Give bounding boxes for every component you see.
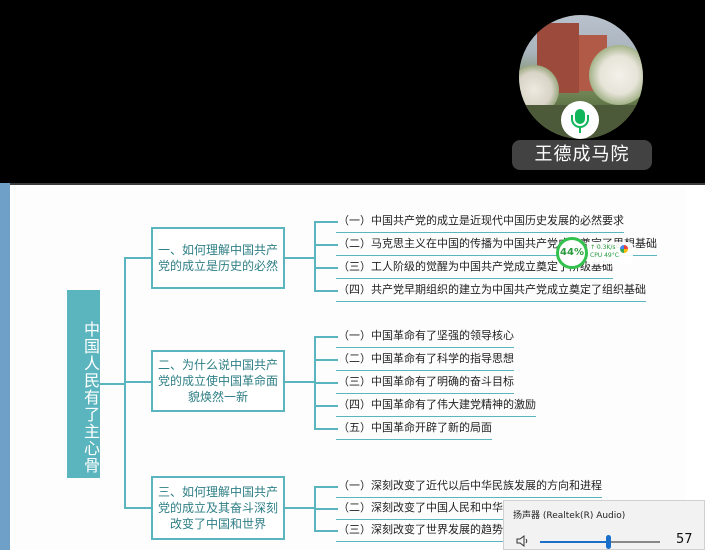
connector [285, 257, 314, 259]
mindmap-item: （四）共产党早期组织的建立为中国共产党成立奠定了组织基础 [336, 281, 646, 302]
mindmap-item: （一）中国革命有了坚强的领导核心 [336, 327, 514, 348]
connector [314, 221, 316, 292]
volume-slider-fill [540, 541, 609, 543]
connector [314, 428, 338, 430]
mindmap-item: （五）中国革命开辟了新的局面 [336, 419, 492, 440]
connector [314, 359, 338, 361]
connector [124, 507, 151, 509]
mindmap-branch-2: 二、为什么说中国共产党的成立使中国革命面貌焕然一新 [151, 350, 285, 412]
mindmap-branch-1: 一、如何理解中国共产党的成立是历史的必然 [151, 227, 285, 289]
mindmap-item: （一）中国共产党的成立是近现代中国历史发展的必然要求 [336, 212, 624, 233]
browser-logo-icon [620, 245, 628, 253]
connector [314, 508, 338, 510]
cpu-temp: CPU 49°C [590, 252, 619, 259]
performance-widget[interactable]: ↑ 0.3K/s CPU 49°C 44% [556, 237, 633, 269]
video-strip: 王德成马院 [0, 0, 705, 181]
mindmap-item: （三）中国革命有了明确的奋斗目标 [336, 373, 514, 394]
connector [124, 381, 151, 383]
mindmap-item: （一）深刻改变了近代以后中华民族发展的方向和进程 [336, 477, 602, 498]
mindmap-item: （二）中国革命有了科学的指导思想 [336, 350, 514, 371]
volume-slider-thumb[interactable] [606, 535, 612, 549]
connector [314, 405, 338, 407]
speaker-icon[interactable] [516, 535, 530, 547]
connector [314, 486, 338, 488]
perf-percent: 44% [556, 237, 588, 269]
slide-left-bar [0, 183, 10, 550]
mindmap-branch-3: 三、如何理解中国共产党的成立及其奋斗深刻改变了中国和世界 [151, 476, 285, 540]
mindmap-item: （三）深刻改变了世界发展的趋势 [336, 521, 503, 542]
connector [314, 221, 338, 223]
participant-name: 王德成马院 [512, 140, 652, 170]
connector [314, 336, 338, 338]
audio-device-name[interactable]: 扬声器 (Realtek(R) Audio) [513, 508, 625, 521]
microphone-icon[interactable] [561, 101, 599, 139]
connector [314, 382, 338, 384]
video-tree [589, 45, 643, 105]
volume-slider[interactable] [540, 535, 660, 549]
connector [285, 507, 314, 509]
connector [100, 383, 124, 385]
volume-popup: 扬声器 (Realtek(R) Audio) 57 [503, 500, 705, 550]
connector [285, 381, 314, 383]
mindmap-item: （四）中国革命有了伟大建党精神的激励 [336, 396, 536, 417]
connector [314, 290, 338, 292]
connector [314, 244, 338, 246]
connector [314, 267, 338, 269]
mindmap-root: 中国人民有了主心骨 [67, 290, 100, 478]
connector [124, 257, 151, 259]
screen: 王德成马院 中国人民有了主心骨 一、如何理解中国共产党的成立是历史的必然 二、为… [0, 0, 705, 550]
mindmap-item: （二）深刻改变了中国人民和中华 [336, 499, 503, 520]
connector [314, 530, 338, 532]
volume-value: 57 [676, 532, 693, 547]
